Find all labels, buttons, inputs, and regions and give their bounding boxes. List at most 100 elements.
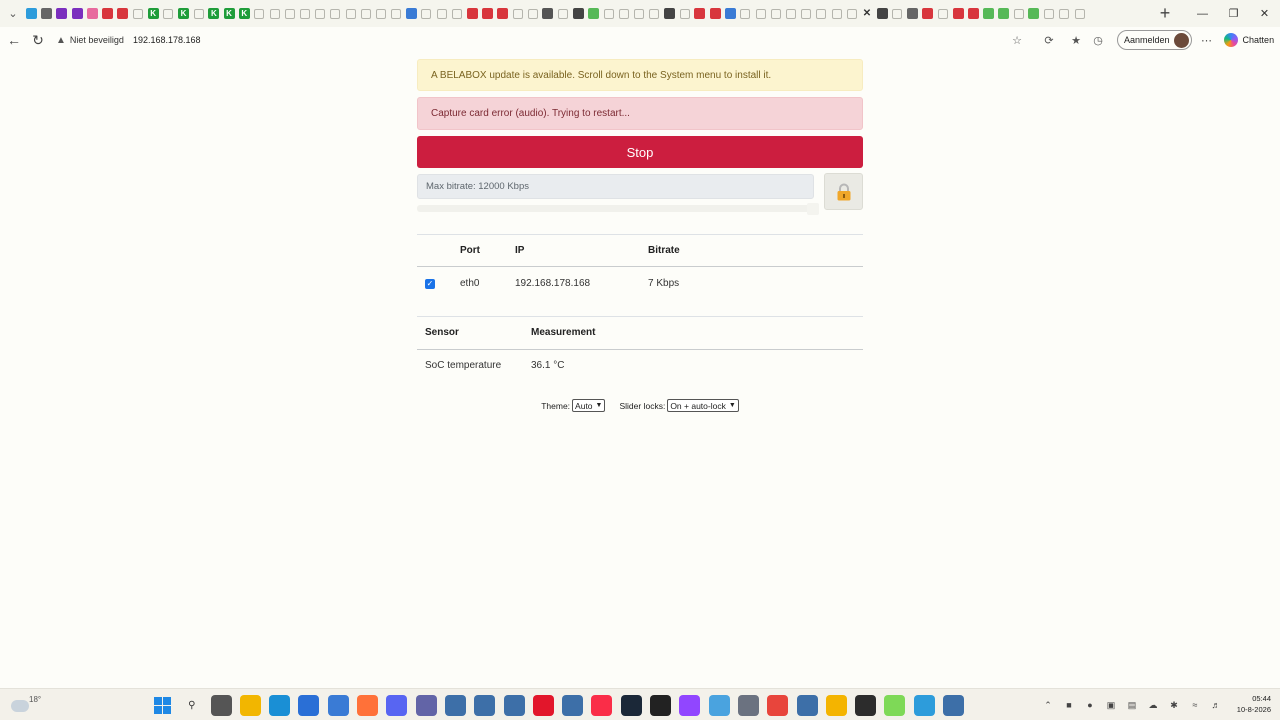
tab-57[interactable] — [875, 0, 890, 27]
taskbar-app-icon[interactable] — [562, 694, 584, 716]
tab-66[interactable] — [1011, 0, 1026, 27]
tab-62[interactable] — [950, 0, 965, 27]
chevron-up-icon[interactable]: ⌃ — [1040, 697, 1056, 713]
tab-52[interactable] — [799, 0, 814, 27]
slider-locks-select[interactable]: On + auto-lock ▼ — [667, 399, 739, 412]
tab-67[interactable] — [1026, 0, 1041, 27]
taskbar-settings-icon[interactable] — [737, 694, 759, 716]
taskbar-mail-icon[interactable] — [327, 694, 349, 716]
tab-1[interactable] — [24, 0, 39, 27]
reload-icon[interactable]: ↻ — [26, 28, 50, 52]
taskbar-chrome-icon[interactable] — [767, 694, 789, 716]
tab-list-chevron-icon[interactable]: ⌄ — [2, 3, 24, 25]
tab-13[interactable]: K — [206, 0, 221, 27]
tab-46[interactable] — [707, 0, 722, 27]
tab-4[interactable] — [70, 0, 85, 27]
taskbar-android-icon[interactable] — [884, 694, 906, 716]
tab-54[interactable] — [829, 0, 844, 27]
tab-20[interactable] — [313, 0, 328, 27]
taskbar-firefox-icon[interactable] — [357, 694, 379, 716]
tray-bluetooth-icon[interactable]: ✱ — [1166, 697, 1182, 713]
taskbar-app-icon[interactable] — [474, 694, 496, 716]
tab-47[interactable] — [723, 0, 738, 27]
taskbar-opera-icon[interactable] — [532, 694, 554, 716]
tab-45[interactable] — [692, 0, 707, 27]
wifi-icon[interactable]: ≈ — [1187, 697, 1203, 713]
tab-42[interactable] — [647, 0, 662, 27]
tab-3[interactable] — [54, 0, 69, 27]
taskbar-app-icon[interactable] — [444, 694, 466, 716]
tray-steam-icon[interactable]: ● — [1082, 697, 1098, 713]
omnibox[interactable]: ▲ Niet beveiligd 192.168.178.168 ☆ — [52, 29, 1032, 51]
stop-button[interactable]: Stop — [417, 136, 863, 168]
tab-17[interactable] — [267, 0, 282, 27]
favorites-icon[interactable]: ★ — [1065, 29, 1087, 51]
tab-14[interactable]: K — [221, 0, 236, 27]
url-text[interactable]: 192.168.178.168 — [133, 35, 201, 45]
lock-button[interactable] — [824, 173, 863, 210]
tab-12[interactable] — [191, 0, 206, 27]
taskbar-app-icon[interactable] — [943, 694, 965, 716]
tab-6[interactable] — [100, 0, 115, 27]
taskbar-notepad-icon[interactable] — [913, 694, 935, 716]
new-tab-button[interactable]: + — [1155, 3, 1175, 24]
tab-24[interactable] — [373, 0, 388, 27]
taskbar-search-icon[interactable]: ⚲ — [181, 695, 202, 716]
tab-70[interactable] — [1072, 0, 1087, 27]
tab-60[interactable] — [920, 0, 935, 27]
tab-19[interactable] — [297, 0, 312, 27]
restore-icon[interactable]: ❐ — [1218, 0, 1249, 27]
tab-11[interactable]: K — [176, 0, 191, 27]
more-icon[interactable]: ⋯ — [1196, 29, 1218, 51]
theme-select[interactable]: Auto ▼ — [572, 399, 606, 412]
tab-61[interactable] — [935, 0, 950, 27]
tab-41[interactable] — [632, 0, 647, 27]
taskbar-explorer-folder-icon[interactable] — [825, 694, 847, 716]
tab-56[interactable]: ✕ — [859, 0, 874, 27]
bitrate-slider[interactable] — [417, 205, 817, 212]
tab-7[interactable] — [115, 0, 130, 27]
tab-43[interactable] — [662, 0, 677, 27]
taskbar-steam-icon[interactable] — [620, 694, 642, 716]
chat-button[interactable]: Chatten — [1223, 33, 1274, 47]
taskbar-store-icon[interactable] — [298, 694, 320, 716]
tab-48[interactable] — [738, 0, 753, 27]
tab-16[interactable] — [252, 0, 267, 27]
security-label[interactable]: Niet beveiligd — [70, 35, 124, 45]
taskbar-twitch-icon[interactable] — [679, 694, 701, 716]
tab-22[interactable] — [343, 0, 358, 27]
tab-23[interactable] — [358, 0, 373, 27]
tab-68[interactable] — [1042, 0, 1057, 27]
star-icon[interactable]: ☆ — [1006, 29, 1028, 51]
refresh-extension-icon[interactable]: ⟳ — [1038, 29, 1060, 51]
tab-69[interactable] — [1057, 0, 1072, 27]
taskbar-music-icon[interactable] — [591, 694, 613, 716]
window-close-icon[interactable]: ✕ — [1249, 0, 1280, 27]
tab-26[interactable] — [404, 0, 419, 27]
taskbar-app-icon[interactable] — [503, 694, 525, 716]
history-icon[interactable]: ◷ — [1087, 29, 1109, 51]
tab-35[interactable] — [540, 0, 555, 27]
tab-5[interactable] — [85, 0, 100, 27]
tab-32[interactable] — [495, 0, 510, 27]
tray-app-icon[interactable]: ■ — [1061, 697, 1077, 713]
tab-50[interactable] — [768, 0, 783, 27]
tab-53[interactable] — [814, 0, 829, 27]
tray-cloud-icon[interactable]: ☁ — [1145, 697, 1161, 713]
tab-9[interactable]: K — [146, 0, 161, 27]
taskbar-file-icon[interactable] — [210, 694, 232, 716]
tab-30[interactable] — [464, 0, 479, 27]
taskbar-teams-icon[interactable] — [415, 694, 437, 716]
tab-58[interactable] — [890, 0, 905, 27]
bitrate-slider-handle[interactable] — [807, 203, 819, 215]
taskbar-discord-icon[interactable] — [386, 694, 408, 716]
tab-40[interactable] — [616, 0, 631, 27]
tab-10[interactable] — [161, 0, 176, 27]
tab-37[interactable] — [571, 0, 586, 27]
tab-33[interactable] — [510, 0, 525, 27]
tab-55[interactable] — [844, 0, 859, 27]
tray-meet-icon[interactable]: ▣ — [1103, 697, 1119, 713]
taskbar-edge-icon[interactable] — [269, 694, 291, 716]
eth0-checkbox[interactable]: ✓ — [425, 278, 435, 289]
tab-63[interactable] — [966, 0, 981, 27]
